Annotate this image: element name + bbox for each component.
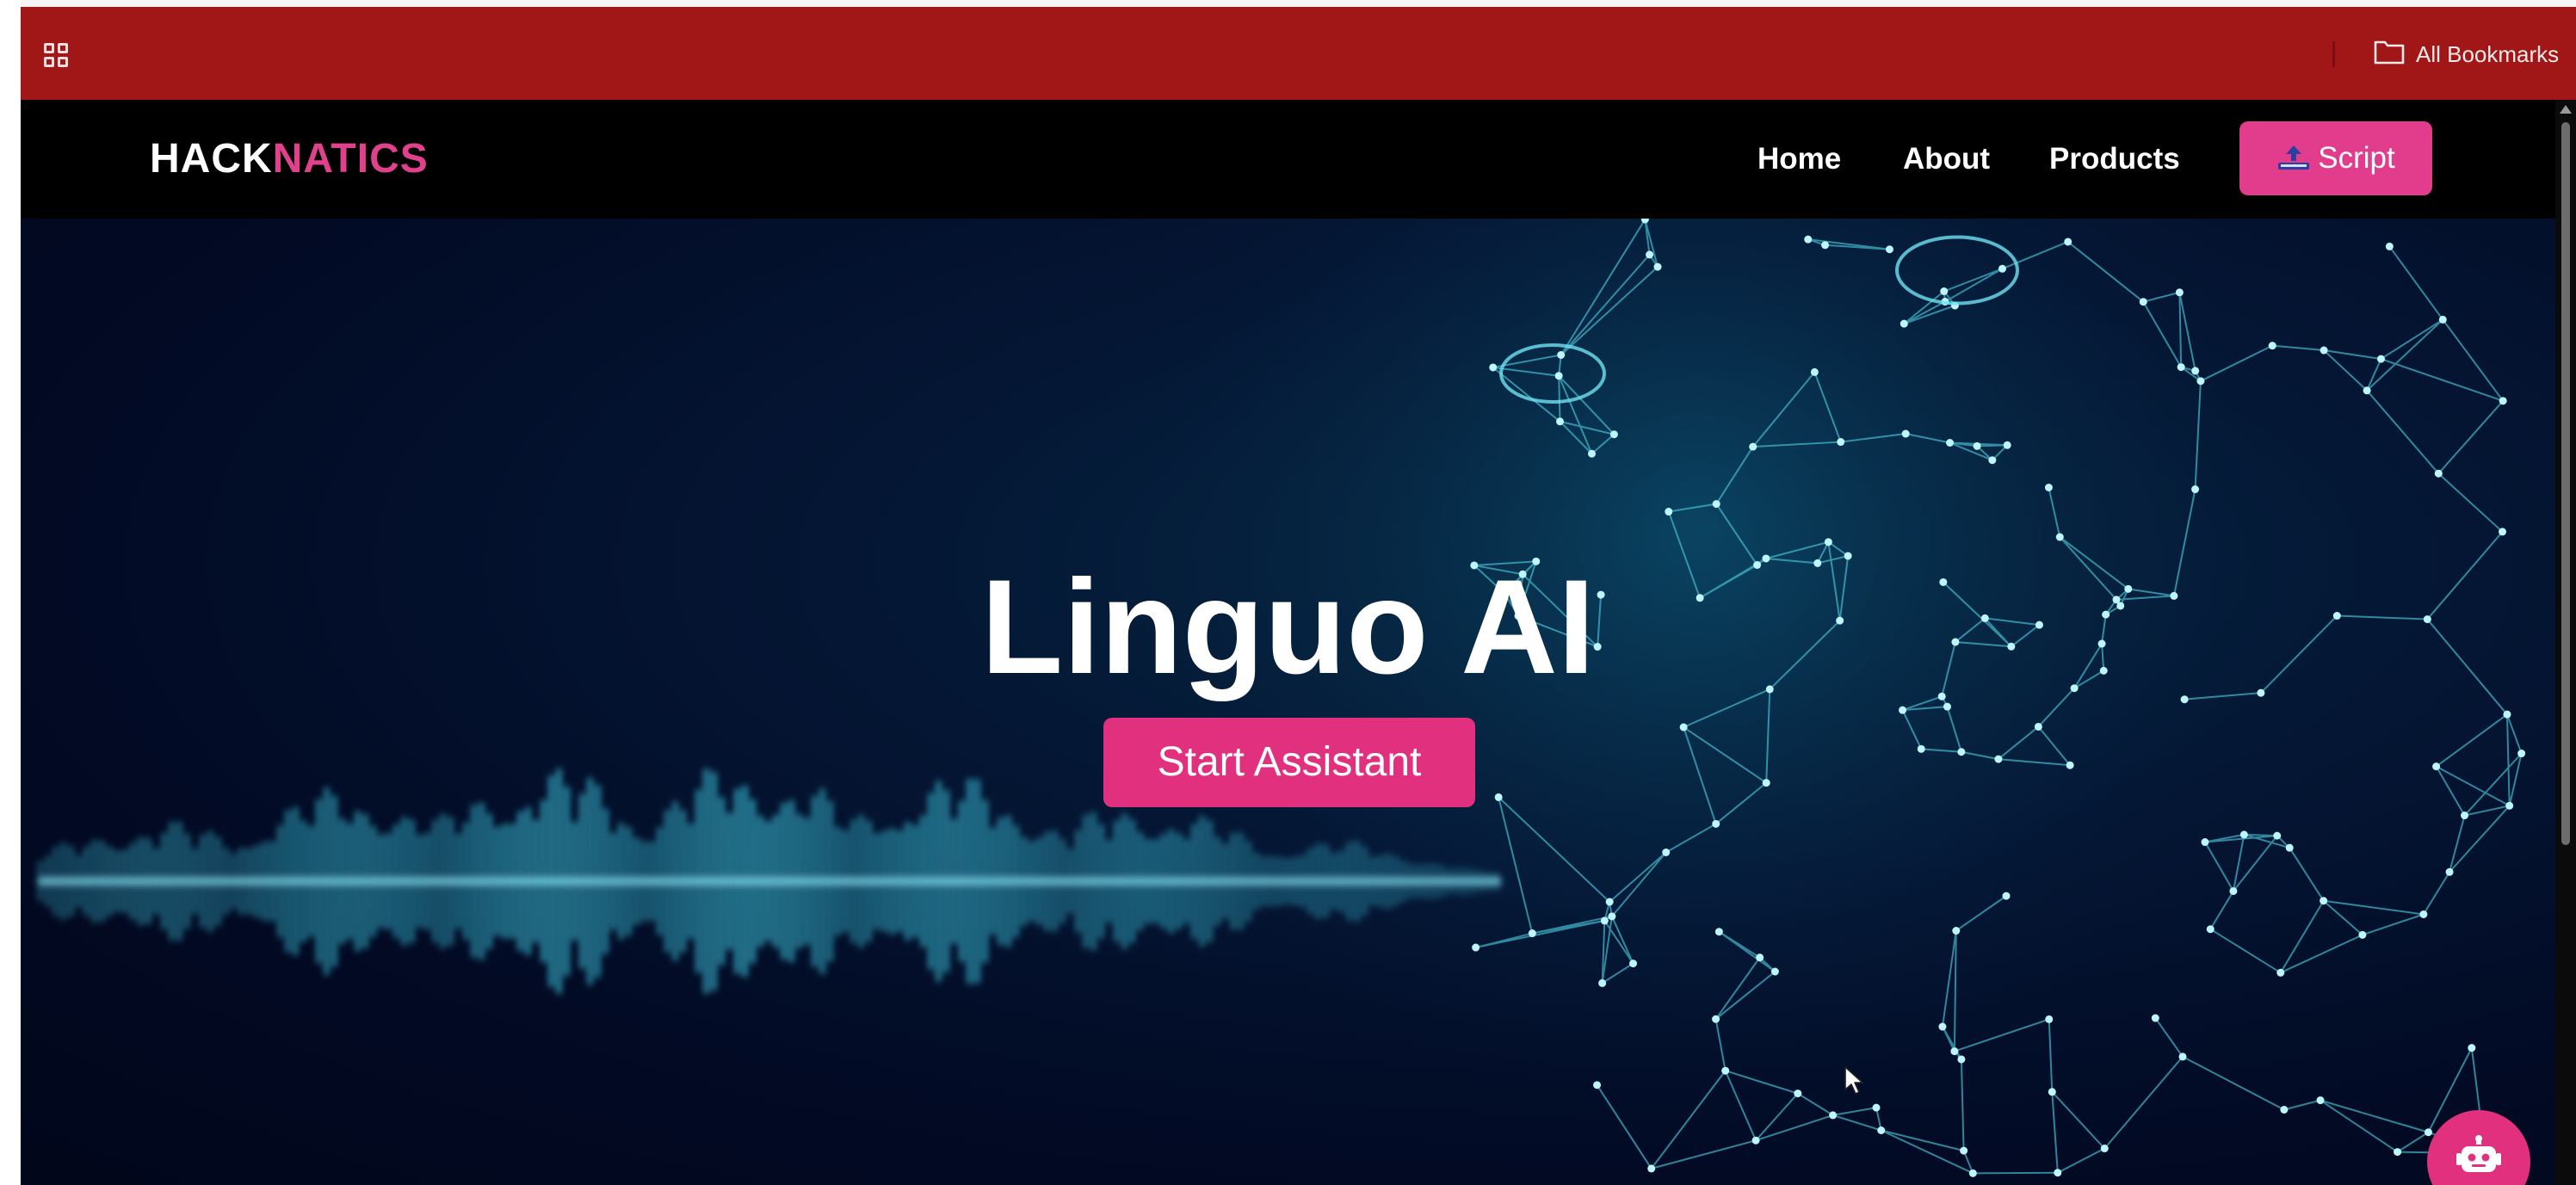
nav-link-home[interactable]: Home bbox=[1757, 139, 1841, 179]
mouse-cursor bbox=[1844, 1065, 1866, 1101]
hero-section: Linguo AI Start Assistant bbox=[21, 219, 2555, 1185]
all-bookmarks-link[interactable]: All Bookmarks bbox=[2416, 39, 2559, 70]
scroll-up-arrow-icon[interactable] bbox=[2560, 105, 2572, 114]
bookmarks-bar: All Bookmarks bbox=[21, 7, 2576, 100]
site-navbar: HACKNATICS Home About Products Script bbox=[21, 100, 2555, 219]
script-button[interactable]: Script bbox=[2239, 121, 2432, 195]
nav-link-about[interactable]: About bbox=[1903, 139, 1990, 179]
start-assistant-button[interactable]: Start Assistant bbox=[1103, 718, 1475, 807]
apps-grid-icon[interactable] bbox=[44, 43, 75, 74]
nav-link-products[interactable]: Products bbox=[2049, 139, 2180, 179]
logo-hack: HACK bbox=[150, 136, 273, 182]
page-scrollbar[interactable] bbox=[2555, 100, 2576, 1185]
upload-tray-icon bbox=[2278, 145, 2310, 170]
window-top-edge bbox=[0, 0, 2576, 7]
window-left-edge bbox=[0, 0, 21, 1185]
site-logo[interactable]: HACKNATICS bbox=[150, 136, 429, 182]
folder-icon[interactable] bbox=[2374, 38, 2408, 69]
hero-title: Linguo AI bbox=[980, 552, 1596, 702]
logo-natics: NATICS bbox=[272, 136, 429, 182]
bookmarks-divider bbox=[2332, 41, 2335, 67]
browser-window: All Bookmarks HACKNATICS Home About Prod… bbox=[0, 0, 2576, 1185]
scrollbar-thumb[interactable] bbox=[2561, 122, 2570, 845]
script-label: Script bbox=[2318, 141, 2395, 175]
robot-icon bbox=[2456, 1135, 2501, 1172]
